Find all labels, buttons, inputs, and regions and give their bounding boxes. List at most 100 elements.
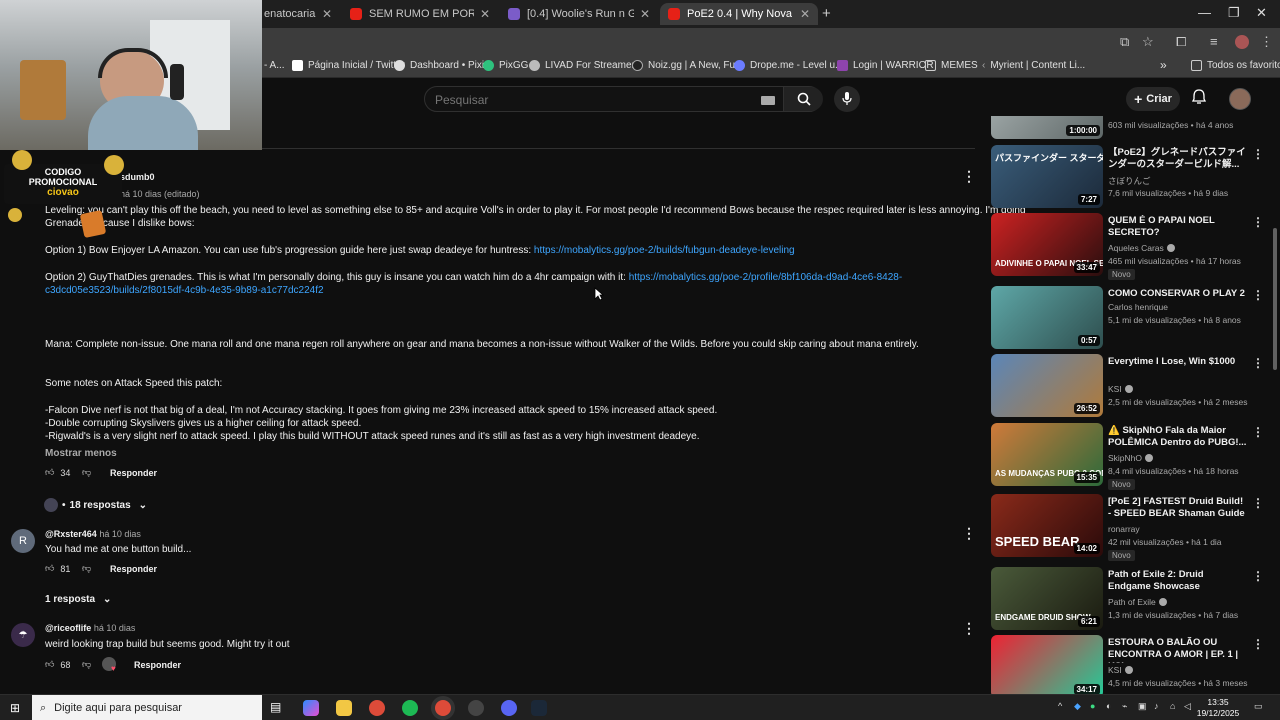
comment-menu-icon[interactable]: ⋮ bbox=[962, 620, 976, 637]
video-menu-icon[interactable]: ⋮ bbox=[1252, 496, 1264, 510]
video-title[interactable]: [PoE 2] FASTEST Druid Build! - SPEED BEA… bbox=[1108, 496, 1248, 522]
reply-button[interactable]: Responder bbox=[110, 468, 157, 478]
close-tab-icon[interactable]: ✕ bbox=[480, 7, 490, 21]
video-title[interactable]: Everytime I Lose, Win $1000 bbox=[1108, 356, 1248, 368]
bookmark-item[interactable]: - A... bbox=[264, 60, 285, 71]
comment-timestamp[interactable]: há 10 dias (editado) bbox=[120, 189, 200, 199]
obs-icon[interactable] bbox=[468, 700, 484, 716]
video-title[interactable]: COMO CONSERVAR O PLAY 2 bbox=[1108, 288, 1248, 300]
account-avatar[interactable] bbox=[1229, 88, 1251, 110]
close-tab-icon[interactable]: ✕ bbox=[322, 7, 332, 21]
reply-button[interactable]: Responder bbox=[134, 660, 181, 670]
comment-timestamp[interactable]: há 10 dias bbox=[94, 623, 136, 633]
like-button[interactable]: 👍︎ 34 bbox=[45, 467, 70, 478]
video-thumbnail[interactable]: 26:52 bbox=[991, 354, 1103, 417]
video-menu-icon[interactable]: ⋮ bbox=[1252, 288, 1264, 302]
channel-name[interactable]: KSI bbox=[1108, 665, 1133, 675]
view-replies-button[interactable]: 1 resposta ⌄ bbox=[45, 594, 111, 605]
comment-link[interactable]: https://mobalytics.gg/poe-2/profile/8bf1… bbox=[629, 272, 903, 283]
search-input[interactable] bbox=[435, 93, 745, 107]
channel-name[interactable]: Path of Exile bbox=[1108, 597, 1167, 607]
comment-timestamp[interactable]: há 10 dias bbox=[99, 529, 141, 539]
spotify-icon[interactable] bbox=[402, 700, 418, 716]
profile-avatar[interactable] bbox=[1235, 35, 1249, 49]
video-menu-icon[interactable]: ⋮ bbox=[1252, 356, 1264, 370]
video-thumbnail[interactable]: 0:57 bbox=[991, 286, 1103, 349]
channel-name[interactable]: Aqueles Caras bbox=[1108, 243, 1175, 253]
dislike-button[interactable]: 👎︎ bbox=[82, 563, 91, 574]
channel-name[interactable]: Carlos henrique bbox=[1108, 302, 1168, 312]
like-button[interactable]: 👍︎ 68 bbox=[45, 659, 70, 670]
notification-center-icon[interactable]: ▭ bbox=[1254, 701, 1263, 712]
view-replies-button[interactable]: • 18 respostas ⌄ bbox=[44, 498, 147, 512]
windows-start-icon[interactable]: ⊞ bbox=[10, 701, 20, 715]
commenter-avatar[interactable]: ☂ bbox=[11, 623, 35, 647]
chrome-active-icon[interactable] bbox=[435, 700, 451, 716]
bookmark-item[interactable]: ‹ Myrient | Content Li... bbox=[982, 60, 1085, 71]
bookmarks-overflow-button[interactable]: » bbox=[1160, 58, 1167, 72]
bookmark-item[interactable]: LIVAD For Streamer... bbox=[529, 60, 643, 71]
file-explorer-icon[interactable] bbox=[336, 700, 352, 716]
tray-overflow-icon[interactable]: ^ bbox=[1058, 701, 1062, 711]
video-thumbnail[interactable]: AS MUDANÇAS PUBG 2 COMEÇA15:35 bbox=[991, 423, 1103, 486]
dislike-button[interactable]: 👎︎ bbox=[82, 659, 91, 670]
all-favorites-button[interactable]: Todos os favoritos bbox=[1191, 60, 1280, 71]
new-tab-button[interactable]: + bbox=[822, 5, 831, 22]
discord-icon[interactable] bbox=[501, 700, 517, 716]
close-tab-icon[interactable]: ✕ bbox=[800, 7, 810, 21]
recommended-video[interactable]: 1:00:00 603 mil visualizações • há 4 anos bbox=[990, 116, 1270, 139]
taskbar-clock[interactable]: 13:35 19/12/2025 bbox=[1190, 697, 1246, 719]
tray-app-icon[interactable]: ◆ bbox=[1074, 701, 1081, 712]
microphone-icon[interactable]: ♪ bbox=[1154, 701, 1159, 711]
video-menu-icon[interactable]: ⋮ bbox=[1252, 147, 1264, 161]
voice-search-button[interactable] bbox=[834, 86, 860, 112]
page-scrollbar[interactable] bbox=[1273, 228, 1277, 370]
copilot-icon[interactable] bbox=[303, 700, 319, 716]
keyboard-icon[interactable] bbox=[761, 96, 775, 105]
menu-dots-icon[interactable]: ⋮ bbox=[1260, 34, 1273, 50]
browser-tab-active[interactable]: PoE2 0.4 | Why Nova Falling Th ✕ bbox=[660, 3, 818, 25]
recommended-video[interactable]: 34:17 ESTOURA O BALÃO OU ENCONTRA O AMOR … bbox=[990, 635, 1270, 699]
cast-icon[interactable]: ⧉ bbox=[1120, 34, 1129, 50]
browser-tab[interactable]: enatocariani #.. ✕ bbox=[256, 3, 340, 25]
channel-name[interactable]: SkipNhO bbox=[1108, 453, 1154, 463]
network-icon[interactable]: ⌂ bbox=[1170, 701, 1175, 711]
reading-list-icon[interactable]: ≡ bbox=[1210, 34, 1218, 49]
comment-handle[interactable]: sdumb0 bbox=[120, 172, 155, 182]
create-button[interactable]: + Criar bbox=[1126, 87, 1180, 111]
video-thumbnail[interactable]: SPEED BEAR 14:02 bbox=[991, 494, 1103, 557]
bookmark-item[interactable]: Dashboard • Pixie bbox=[394, 60, 490, 71]
video-title[interactable]: QUEM É O PAPAI NOEL SECRETO? bbox=[1108, 215, 1248, 239]
extensions-icon[interactable]: ⧠ bbox=[1176, 34, 1186, 50]
comment-menu-icon[interactable]: ⋮ bbox=[962, 525, 976, 542]
video-thumbnail[interactable]: ENDGAME DRUID SHOW 6:21 bbox=[991, 567, 1103, 630]
recommended-video[interactable]: SPEED BEAR 14:02 [PoE 2] FASTEST Druid Bui… bbox=[990, 494, 1270, 561]
video-menu-icon[interactable]: ⋮ bbox=[1252, 215, 1264, 229]
bookmark-item[interactable]: PixGG bbox=[483, 60, 528, 71]
reply-button[interactable]: Responder bbox=[110, 564, 157, 574]
like-button[interactable]: 👍︎ 81 bbox=[45, 563, 70, 574]
video-title[interactable]: 【PoE2】グレネードパスファインダーのスターダービルド解... bbox=[1108, 147, 1248, 171]
dislike-button[interactable]: 👎︎ bbox=[82, 467, 91, 478]
bookmark-item[interactable]: Noiz.gg | A New, Fu... bbox=[632, 60, 743, 71]
video-thumbnail[interactable]: 1:00:00 bbox=[991, 116, 1103, 139]
notifications-bell-icon[interactable] bbox=[1191, 89, 1207, 108]
video-menu-icon[interactable]: ⋮ bbox=[1252, 425, 1264, 439]
channel-name[interactable]: さぼりんご bbox=[1108, 175, 1151, 187]
recommended-video[interactable]: ENDGAME DRUID SHOW 6:21 Path of Exile 2: D… bbox=[990, 567, 1270, 631]
bookmark-item[interactable]: Página Inicial / Twitter bbox=[292, 60, 405, 71]
comment-link[interactable]: c3dcd05e3523/builds/2f8015df-4c9b-4e35-9… bbox=[45, 284, 324, 297]
close-tab-icon[interactable]: ✕ bbox=[640, 7, 650, 21]
comment-menu-icon[interactable]: ⋮ bbox=[962, 168, 976, 185]
close-window-icon[interactable]: ✕ bbox=[1256, 5, 1267, 21]
bookmark-item[interactable]: Drope.me - Level u... bbox=[734, 60, 843, 71]
tray-app-icon[interactable]: ◐ bbox=[1106, 701, 1111, 711]
tray-app-icon[interactable]: ● bbox=[1090, 701, 1095, 711]
steam-icon[interactable] bbox=[531, 700, 547, 716]
recommended-video[interactable]: 0:57 COMO CONSERVAR O PLAY 2 Carlos henriq… bbox=[990, 286, 1270, 350]
browser-tab[interactable]: [0.4] Woolie's Run n Gun Witch ✕ bbox=[500, 3, 658, 25]
video-thumbnail[interactable]: 34:17 bbox=[991, 635, 1103, 698]
video-title[interactable]: ESTOURA O BALÃO OU ENCONTRA O AMOR | EP.… bbox=[1108, 637, 1248, 663]
comment-handle[interactable]: @riceoflife bbox=[45, 623, 91, 633]
channel-name[interactable]: ronarray bbox=[1108, 524, 1140, 534]
